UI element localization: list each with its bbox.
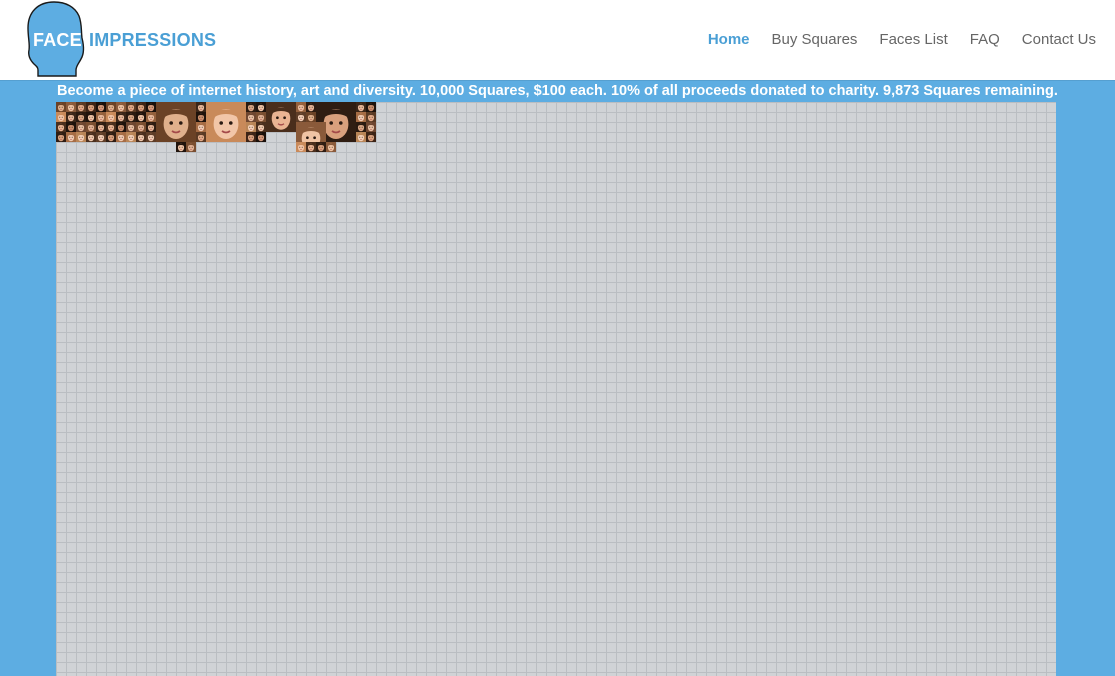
purchased-face-square[interactable] — [56, 132, 66, 142]
purchased-face-square[interactable] — [66, 122, 76, 132]
purchased-face-square[interactable] — [136, 102, 146, 112]
purchased-face-square[interactable] — [76, 122, 86, 132]
nav-faq[interactable]: FAQ — [970, 31, 1000, 48]
purchased-face-square[interactable] — [116, 102, 126, 112]
nav-home[interactable]: Home — [708, 31, 750, 48]
purchased-face-square[interactable] — [356, 102, 366, 112]
purchased-face-square[interactable] — [106, 112, 116, 122]
purchased-face-square[interactable] — [146, 132, 156, 142]
purchased-face-square[interactable] — [246, 132, 256, 142]
purchased-face-square[interactable] — [126, 122, 136, 132]
purchased-face-square[interactable] — [66, 112, 76, 122]
purchased-face-square[interactable] — [256, 132, 266, 142]
purchased-face-square[interactable] — [56, 122, 66, 132]
purchased-face-square[interactable] — [96, 132, 106, 142]
purchased-face-square[interactable] — [366, 102, 376, 112]
purchased-face-square[interactable] — [126, 112, 136, 122]
purchased-face-square[interactable] — [136, 132, 146, 142]
purchased-face-square[interactable] — [366, 112, 376, 122]
purchased-face-square[interactable] — [246, 102, 256, 112]
purchased-face-square[interactable] — [356, 132, 366, 142]
purchased-face-square[interactable] — [316, 142, 326, 152]
purchased-face-square[interactable] — [106, 132, 116, 142]
purchased-face-square[interactable] — [116, 122, 126, 132]
purchased-face-square[interactable] — [186, 142, 196, 152]
announcement-banner: Become a piece of internet history, art … — [57, 83, 1058, 99]
purchased-face-square[interactable] — [126, 132, 136, 142]
purchased-face-square[interactable] — [296, 102, 306, 112]
purchased-face-square[interactable] — [76, 112, 86, 122]
purchased-face-square[interactable] — [326, 142, 336, 152]
purchased-face-square[interactable] — [86, 102, 96, 112]
purchased-face-square[interactable] — [266, 102, 296, 132]
purchased-face-square[interactable] — [366, 132, 376, 142]
purchased-face-square[interactable] — [86, 122, 96, 132]
purchased-face-square[interactable] — [96, 112, 106, 122]
purchased-face-square[interactable] — [86, 132, 96, 142]
purchased-face-square[interactable] — [126, 102, 136, 112]
purchased-face-square[interactable] — [296, 142, 306, 152]
nav-contact-us[interactable]: Contact Us — [1022, 31, 1096, 48]
purchased-face-square[interactable] — [196, 102, 206, 112]
purchased-face-square[interactable] — [86, 112, 96, 122]
nav-faces-list[interactable]: Faces List — [879, 31, 947, 48]
purchased-face-square[interactable] — [146, 102, 156, 112]
purchased-face-square[interactable] — [66, 132, 76, 142]
purchased-face-square[interactable] — [306, 142, 316, 152]
purchased-face-square[interactable] — [156, 102, 196, 142]
purchased-face-square[interactable] — [116, 112, 126, 122]
purchased-face-square[interactable] — [176, 142, 186, 152]
purchased-face-square[interactable] — [96, 122, 106, 132]
main-nav: Home Buy Squares Faces List FAQ Contact … — [686, 31, 1096, 48]
nav-buy-squares[interactable]: Buy Squares — [772, 31, 858, 48]
purchased-face-square[interactable] — [196, 132, 206, 142]
purchased-face-square[interactable] — [76, 102, 86, 112]
purchased-face-square[interactable] — [56, 112, 66, 122]
purchased-face-square[interactable] — [296, 112, 306, 122]
purchased-face-square[interactable] — [66, 102, 76, 112]
purchased-face-square[interactable] — [356, 112, 366, 122]
purchased-face-square[interactable] — [246, 122, 256, 132]
purchased-face-square[interactable] — [306, 112, 316, 122]
purchased-face-square[interactable] — [146, 122, 156, 132]
purchased-face-square[interactable] — [356, 122, 366, 132]
purchased-face-square[interactable] — [56, 102, 66, 112]
logo[interactable]: FACE IMPRESSIONS — [24, 0, 224, 80]
purchased-face-square[interactable] — [106, 102, 116, 112]
square-grid[interactable] — [56, 102, 1056, 676]
purchased-face-square[interactable] — [256, 122, 266, 132]
purchased-face-square[interactable] — [366, 122, 376, 132]
logo-text-face: FACE — [33, 30, 82, 50]
purchased-face-square[interactable] — [136, 122, 146, 132]
purchased-face-square[interactable] — [96, 102, 106, 112]
purchased-face-square[interactable] — [106, 122, 116, 132]
purchased-face-square[interactable] — [306, 102, 316, 112]
purchased-face-square[interactable] — [116, 132, 126, 142]
logo-text-impressions: IMPRESSIONS — [89, 30, 217, 50]
purchased-face-square[interactable] — [196, 112, 206, 122]
purchased-face-square[interactable] — [256, 112, 266, 122]
site-header: FACE IMPRESSIONS Home Buy Squares Faces … — [0, 0, 1115, 80]
purchased-face-square[interactable] — [256, 102, 266, 112]
purchased-face-square[interactable] — [246, 112, 256, 122]
purchased-face-square[interactable] — [206, 102, 246, 142]
purchased-face-square[interactable] — [136, 112, 146, 122]
purchased-face-square[interactable] — [146, 112, 156, 122]
purchased-face-square[interactable] — [76, 132, 86, 142]
purchased-face-square[interactable] — [196, 122, 206, 132]
